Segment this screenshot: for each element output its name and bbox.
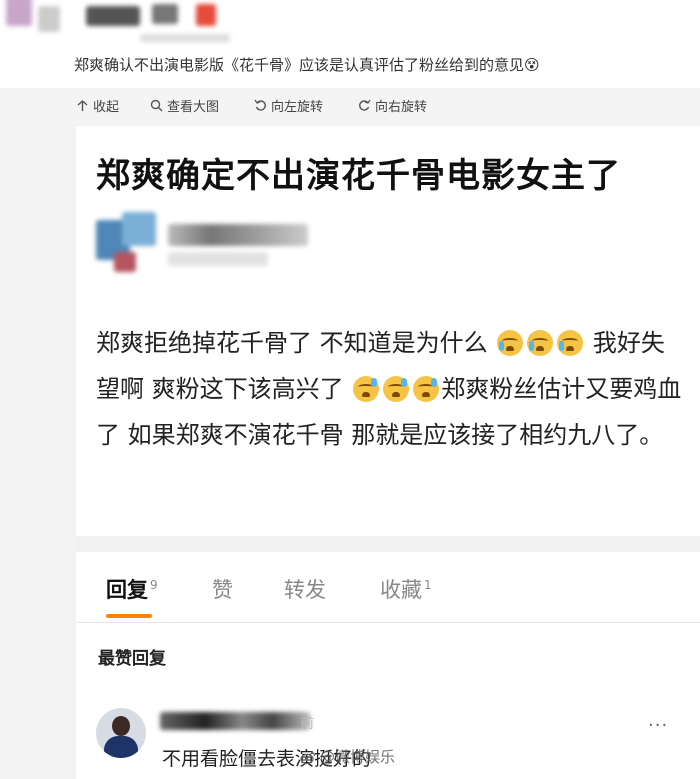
reply-author-blurred [160,712,310,730]
author-avatar [96,212,156,272]
sweat-emoji [383,376,410,402]
reply-avatar[interactable] [96,708,146,758]
weibo-icon [300,750,316,764]
rotate-right-icon [359,99,371,111]
tab-likes[interactable]: 赞 [212,574,233,604]
sweat-emoji [413,376,440,402]
tab-replies-label: 回复 [106,578,148,602]
active-tab-indicator [106,614,152,618]
author-meta-blurred [168,252,268,266]
tab-favorites-label: 收藏 [380,578,422,602]
collapse-icon [77,100,88,111]
rotate-right-label: 向右旋转 [375,100,428,115]
view-large-label: 查看大图 [167,100,220,115]
post-body: 郑爽拒绝掉花千骨了 不知道是为什么 我好失望啊 爽粉这下该高兴了 郑爽粉丝估计又… [96,320,686,458]
rotate-left-button[interactable]: 向左旋转 [254,96,323,115]
collapse-label: 收起 [93,100,120,115]
section-divider [76,536,700,552]
more-icon[interactable]: ··· [648,715,668,736]
sweat-emoji [353,376,380,402]
weibo-watermark: @微博娱乐 [300,746,395,767]
tab-favorites-count: 1 [424,578,432,592]
rotate-left-label: 向左旋转 [271,100,324,115]
top-replies-heading: 最赞回复 [98,649,166,669]
blurred-meta [140,34,230,42]
blurred-name [152,4,178,24]
search-icon [150,99,163,112]
rotate-right-button[interactable]: 向右旋转 [358,96,427,115]
crying-emoji [557,330,584,356]
watermark-text: @微博娱乐 [320,748,396,766]
crying-emoji [527,330,554,356]
blurred-name [38,6,60,32]
blurred-name [86,6,140,26]
tab-favorites[interactable]: 收藏 1 [380,574,432,604]
post-title: 郑爽确定不出演花千骨电影女主了 [96,156,621,196]
blurred-avatar [6,0,32,26]
crying-emoji [497,330,524,356]
reply-time: 前 [300,716,314,732]
post-body-part1: 郑爽拒绝掉花千骨了 不知道是为什么 [96,329,488,357]
author-name-blurred [168,224,308,246]
view-large-button[interactable]: 查看大图 [150,96,219,115]
blurred-badge [196,4,216,26]
rotate-left-icon [254,99,266,111]
collapse-button[interactable]: 收起 [76,96,119,115]
tab-replies-count: 9 [150,578,158,592]
tab-replies[interactable]: 回复 9 [106,574,158,604]
post-caption: 郑爽确认不出演电影版《花千骨》应该是认真评估了粉丝给到的意见😵 [74,56,540,74]
tab-reposts[interactable]: 转发 [284,574,326,604]
